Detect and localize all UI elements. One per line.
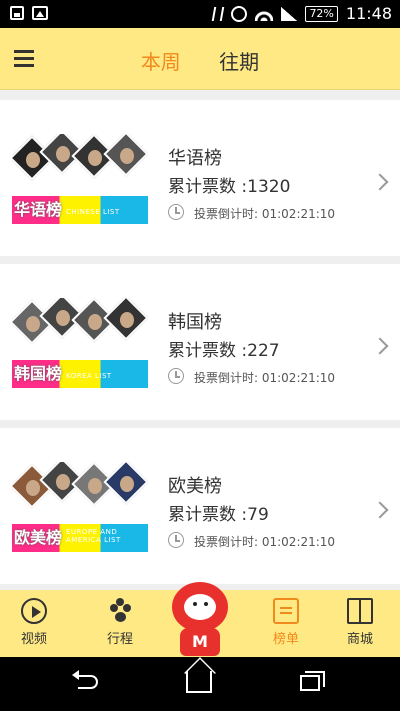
mascot-logo: M — [180, 628, 220, 656]
gift-icon — [347, 598, 373, 624]
chart-thumbnail: 欧美榜 EUROPE AND AMERICA LIST — [12, 462, 148, 552]
gallery-notification-icon — [10, 6, 24, 20]
nav-item-store[interactable]: 商城 — [330, 598, 390, 647]
nav-label: 商城 — [346, 632, 373, 647]
app-screen: 72% 11:48 本周 往期 华语榜 CHINESE LIST 华语榜 累计票… — [0, 0, 400, 711]
nav-item-charts[interactable]: 榜单 — [256, 598, 316, 647]
mascot-face — [184, 594, 216, 620]
battery-indicator: 72% — [305, 5, 338, 22]
vote-countdown: 投票倒计时: 01:02:21:10 — [194, 535, 336, 549]
nav-label: 视频 — [20, 632, 47, 647]
vote-count: 累计票数 :227 — [168, 341, 280, 361]
status-bar: 72% 11:48 — [0, 0, 400, 28]
thumbnail-title: 欧美榜 — [14, 528, 63, 547]
image-notification-icon — [32, 6, 48, 20]
mascot-button[interactable]: M — [168, 578, 232, 658]
paw-icon — [107, 598, 133, 624]
list-title: 欧美榜 — [168, 476, 222, 497]
alarm-icon — [231, 5, 248, 22]
clock-icon — [168, 532, 184, 548]
chart-thumbnail: 韩国榜 KOREA LIST — [12, 298, 148, 388]
nav-item-schedule[interactable]: 行程 — [90, 598, 150, 647]
thumbnail-subtitle: KOREA LIST — [66, 372, 112, 380]
vote-count: 累计票数 :79 — [168, 505, 269, 525]
nav-label: 行程 — [106, 632, 133, 647]
clock-icon — [168, 204, 184, 220]
vote-countdown: 投票倒计时: 01:02:21:10 — [194, 207, 336, 221]
list-title: 韩国榜 — [168, 312, 222, 333]
thumbnail-title: 韩国榜 — [14, 364, 63, 383]
vote-countdown: 投票倒计时: 01:02:21:10 — [194, 371, 336, 385]
chart-list: 华语榜 CHINESE LIST 华语榜 累计票数 :1320 投票倒计时: 0… — [0, 90, 400, 590]
recent-apps-icon[interactable] — [300, 671, 325, 691]
clock-time: 11:48 — [345, 4, 392, 23]
home-icon[interactable] — [186, 671, 212, 693]
nav-item-video[interactable]: 视频 — [4, 598, 64, 647]
nav-label: 榜单 — [272, 632, 299, 647]
list-item[interactable]: 华语榜 CHINESE LIST 华语榜 累计票数 :1320 投票倒计时: 0… — [0, 100, 400, 256]
list-title: 华语榜 — [168, 148, 222, 169]
vote-count: 累计票数 :1320 — [168, 177, 291, 197]
thumbnail-subtitle: CHINESE LIST — [66, 208, 120, 216]
signal-icon — [281, 6, 298, 21]
top-header: 本周 往期 — [0, 28, 400, 90]
period-tabs: 本周 往期 — [0, 46, 400, 75]
tab-past[interactable]: 往期 — [219, 46, 259, 75]
wifi-icon — [255, 6, 274, 21]
thumbnail-subtitle: EUROPE AND AMERICA LIST — [66, 528, 121, 544]
system-nav-bar — [0, 657, 400, 711]
scroll-icon — [273, 598, 299, 624]
clock-icon — [168, 368, 184, 384]
list-item[interactable]: 韩国榜 KOREA LIST 韩国榜 累计票数 :227 投票倒计时: 01:0… — [0, 264, 400, 420]
back-icon[interactable] — [72, 670, 98, 689]
thumbnail-title: 华语榜 — [14, 200, 63, 219]
chevron-right-icon[interactable] — [371, 501, 389, 519]
chevron-right-icon[interactable] — [371, 337, 389, 355]
play-icon — [21, 598, 47, 624]
chart-thumbnail: 华语榜 CHINESE LIST — [12, 134, 148, 224]
chevron-right-icon[interactable] — [371, 173, 389, 191]
tab-this-week[interactable]: 本周 — [141, 46, 181, 75]
vibrate-icon — [212, 6, 225, 21]
list-item[interactable]: 欧美榜 EUROPE AND AMERICA LIST 欧美榜 累计票数 :79… — [0, 428, 400, 584]
